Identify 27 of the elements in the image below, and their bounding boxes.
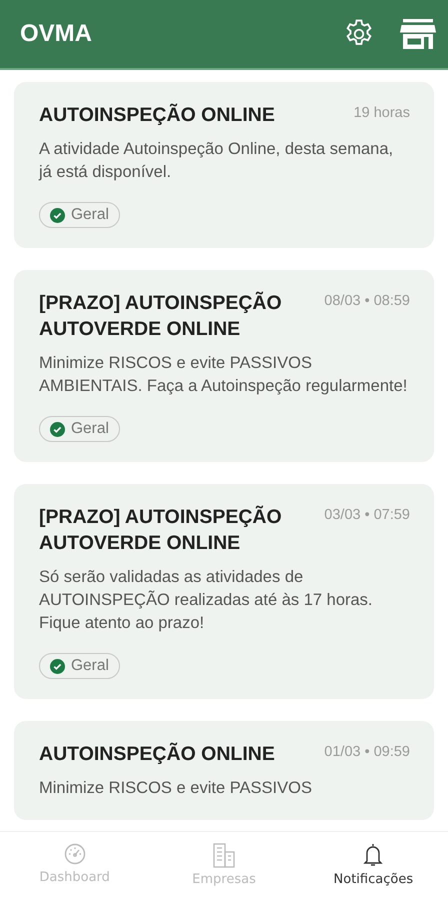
check-circle-icon — [50, 422, 65, 436]
notification-title: [PRAZO] AUTOINSPEÇÃO AUTOVERDE ONLINE — [39, 290, 283, 342]
notification-time: 01/03 • 09:59 — [324, 743, 410, 760]
notification-text: A atividade Autoinspeção Online, desta semana, já está disponível. — [39, 139, 394, 183]
notification-text: Só serão validadas as atividades de AUTOINSPEÇÃO realizadas até às 17 horas. Fique atento ao prazo! — [39, 567, 374, 634]
check-circle-icon — [50, 658, 65, 674]
app-title: OVMA — [20, 20, 92, 48]
building-icon — [212, 842, 236, 868]
notification-time: 19 horas — [354, 104, 410, 121]
store-icon[interactable] — [400, 17, 436, 51]
check-circle-icon — [50, 208, 65, 222]
notification-card[interactable]: [PRAZO] AUTOINSPEÇÃO AUTOVERDE ONLINE 03/03 • 07:59 Só serão validadas as atividades de AUTOINSPEÇÃO realizadas até às 17 horas. Fique atento ao prazo! Geral — [14, 484, 434, 699]
notification-title: AUTOINSPEÇÃO ONLINE — [39, 742, 275, 767]
category-chip[interactable]: Geral — [39, 202, 120, 228]
nav-tab[interactable]: Notificações — [298, 832, 448, 900]
notification-title: [PRAZO] AUTOINSPEÇÃO AUTOVERDE ONLINE — [39, 504, 283, 556]
category-chip[interactable]: Geral — [39, 653, 120, 679]
notification-card[interactable]: AUTOINSPEÇÃO ONLINE 01/03 • 09:59 Minimize RISCOS e evite PASSIVOS — [14, 721, 434, 820]
notification-card[interactable]: [PRAZO] AUTOINSPEÇÃO AUTOVERDE ONLINE 08/03 • 08:59 Minimize RISCOS e evite PASSIVOS AMBIENTAIS. Faça a Autoinspeção regularmente! Geral — [14, 270, 434, 462]
category-chip[interactable]: Geral — [39, 416, 120, 442]
notification-title: AUTOINSPEÇÃO ONLINE — [39, 102, 275, 128]
notification-text: Minimize RISCOS e evite PASSIVOS AMBIENTAIS. Faça a Autoinspeção regularmente! — [39, 353, 408, 397]
notification-card[interactable]: AUTOINSPEÇÃO ONLINE 19 horas A atividade Autoinspeção Online, desta semana, já está disponível. Geral — [14, 82, 434, 248]
gauge-icon — [62, 842, 87, 866]
notification-text: Minimize RISCOS e evite PASSIVOS — [39, 778, 313, 799]
notification-time: 08/03 • 08:59 — [324, 292, 410, 309]
notification-time: 03/03 • 07:59 — [324, 506, 410, 523]
